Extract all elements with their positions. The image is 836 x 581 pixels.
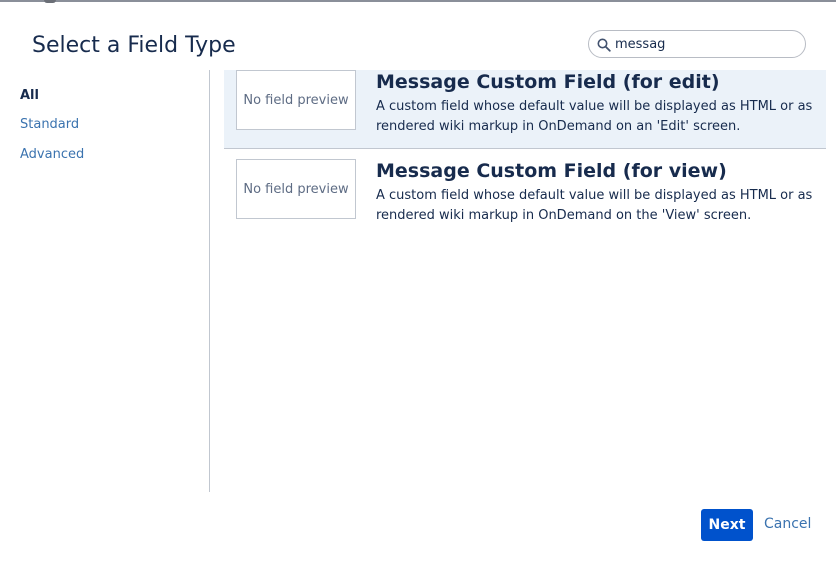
dialog-title: Select a Field Type [32, 33, 236, 58]
window-top-handle [44, 0, 56, 3]
field-preview-placeholder: No field preview [236, 159, 356, 219]
search-icon [597, 38, 611, 52]
category-sidebar: All Standard Advanced [0, 70, 209, 492]
field-type-card-message-view[interactable]: No field preview Message Custom Field (f… [224, 159, 826, 237]
card-divider [224, 148, 826, 149]
sidebar-divider [209, 70, 210, 492]
sidebar-item-all[interactable]: All [20, 88, 39, 103]
cancel-link[interactable]: Cancel [764, 516, 811, 532]
field-type-card-message-edit[interactable]: No field preview Message Custom Field (f… [224, 70, 826, 149]
sidebar-item-standard[interactable]: Standard [20, 117, 79, 132]
search-box[interactable] [588, 30, 806, 58]
sidebar-item-advanced[interactable]: Advanced [20, 147, 84, 162]
search-input[interactable] [615, 35, 795, 54]
window-top-border [0, 0, 836, 2]
field-type-title: Message Custom Field (for view) [376, 160, 727, 182]
next-button[interactable]: Next [701, 509, 753, 541]
field-type-description: A custom field whose default value will … [376, 188, 813, 223]
field-type-description: A custom field whose default value will … [376, 99, 813, 134]
field-type-title: Message Custom Field (for edit) [376, 71, 720, 93]
field-preview-placeholder: No field preview [236, 70, 356, 130]
